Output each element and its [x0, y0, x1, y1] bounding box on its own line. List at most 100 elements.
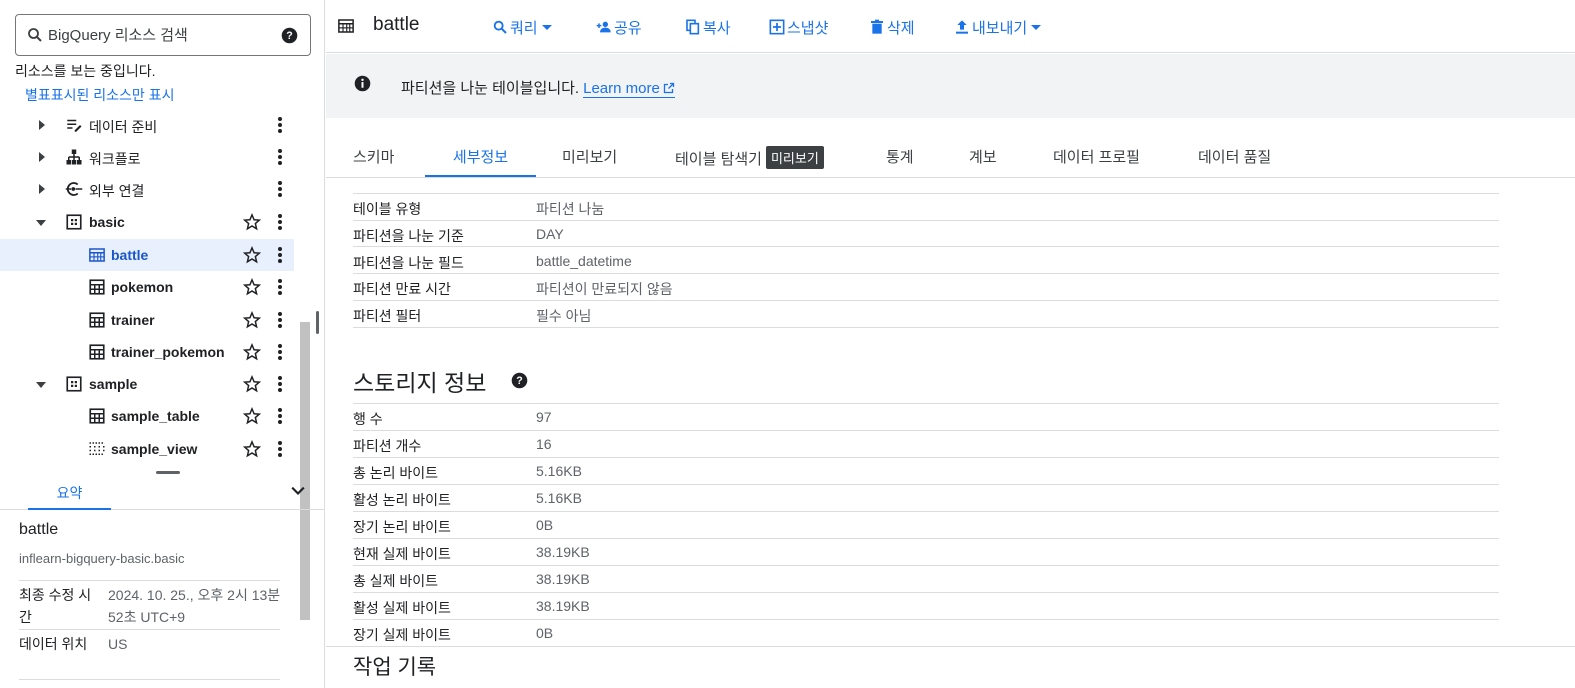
delete-button[interactable]: 삭제: [869, 16, 915, 38]
more-vert-icon[interactable]: [272, 148, 288, 166]
info-key: 파티션을 나눈 기준: [353, 228, 464, 244]
tree-item-label: trainer_pokemon: [111, 344, 225, 360]
info-value: battle_datetime: [536, 253, 632, 269]
tree-item-label: 데이터 준비: [89, 119, 158, 135]
more-vert-icon[interactable]: [272, 213, 288, 231]
more-vert-icon[interactable]: [272, 343, 288, 361]
chevron-down-icon[interactable]: [288, 481, 308, 501]
tree-item-workflows[interactable]: 워크플로: [0, 141, 294, 173]
copy-button[interactable]: 복사: [685, 16, 731, 38]
external-connection-icon: [65, 182, 83, 196]
summary-resource-path: inflearn-bigquery-basic.basic: [19, 551, 185, 566]
more-vert-icon[interactable]: [272, 278, 288, 296]
tab-preview[interactable]: 미리보기: [562, 135, 617, 177]
storage-key: 장기 논리 바이트: [353, 519, 451, 535]
partitioned-table-icon: [338, 19, 354, 33]
tree-item-table-pokemon[interactable]: pokemon: [0, 271, 294, 303]
tree-item-view-sample-view[interactable]: sample_view: [0, 433, 294, 465]
caret-down-icon: [1031, 25, 1042, 30]
divider: [353, 220, 1499, 221]
search-input[interactable]: [48, 23, 278, 47]
more-vert-icon[interactable]: [272, 407, 288, 425]
storage-info-title: 스토리지 정보: [353, 370, 487, 396]
tab-stats[interactable]: 통계: [886, 135, 914, 177]
storage-value: 16: [536, 436, 552, 452]
star-icon[interactable]: [243, 246, 261, 264]
more-vert-icon[interactable]: [272, 311, 288, 329]
search-icon: [28, 28, 42, 42]
workflow-icon: [66, 149, 82, 165]
tab-table-explorer[interactable]: 테이블 탐색기 미리보기: [675, 135, 824, 177]
viewing-resources-text: 리소스를 보는 중입니다.: [15, 63, 156, 79]
tab-data-quality[interactable]: 데이터 품질: [1198, 135, 1271, 177]
star-icon[interactable]: [243, 278, 261, 296]
copy-icon: [686, 19, 700, 35]
tree-item-label: pokemon: [111, 279, 174, 295]
partitioned-table-banner: 파티션을 나눈 테이블입니다. Learn more: [326, 54, 1575, 118]
storage-value: 0B: [536, 517, 554, 533]
divider: [353, 430, 1499, 431]
show-starred-link[interactable]: 별표표시된 리소스만 표시: [25, 85, 174, 105]
star-icon[interactable]: [243, 311, 261, 329]
storage-key: 총 논리 바이트: [353, 465, 439, 481]
chevron-down-icon[interactable]: [35, 217, 47, 229]
divider: [326, 646, 1575, 647]
more-vert-icon[interactable]: [272, 440, 288, 458]
tab-data-profile[interactable]: 데이터 프로필: [1053, 135, 1140, 177]
tree-item-table-sample-table[interactable]: sample_table: [0, 400, 294, 432]
tab-schema[interactable]: 스키마: [353, 135, 394, 177]
info-key: 파티션 필터: [353, 308, 422, 324]
tree-item-external-connections[interactable]: 외부 연결: [0, 173, 294, 205]
table-icon: [89, 312, 105, 328]
star-icon[interactable]: [243, 213, 261, 231]
export-label: 내보내기: [972, 19, 1028, 37]
more-vert-icon[interactable]: [272, 246, 288, 264]
star-icon[interactable]: [243, 440, 261, 458]
svg-text:?: ?: [286, 30, 292, 42]
info-value: DAY: [536, 226, 564, 242]
more-vert-icon[interactable]: [272, 375, 288, 393]
panel-resize-handle[interactable]: [316, 311, 319, 334]
storage-value: 0B: [536, 625, 554, 641]
tree-item-dataset-sample[interactable]: sample: [0, 368, 294, 400]
storage-value: 38.19KB: [536, 544, 590, 560]
divider: [353, 511, 1499, 512]
query-button[interactable]: 쿼리: [492, 16, 552, 38]
tab-details[interactable]: 세부정보: [425, 135, 536, 177]
snapshot-button[interactable]: 스냅샷: [769, 16, 828, 38]
summary-key: 데이터 위치: [19, 636, 88, 652]
more-vert-icon[interactable]: [272, 116, 288, 134]
caret-down-icon: [541, 25, 552, 30]
star-icon[interactable]: [243, 375, 261, 393]
help-icon[interactable]: ?: [511, 372, 528, 389]
tree-item-data-prep[interactable]: 데이터 준비: [0, 109, 294, 141]
summary-value: US: [108, 636, 128, 652]
tree-item-table-trainer[interactable]: trainer: [0, 304, 294, 336]
more-vert-icon[interactable]: [272, 180, 288, 198]
star-icon[interactable]: [243, 407, 261, 425]
table-icon: [89, 279, 105, 295]
tree-item-label: 외부 연결: [89, 183, 145, 199]
resource-search-box[interactable]: ?: [15, 14, 311, 56]
tab-summary[interactable]: 요약: [28, 474, 111, 510]
tree-item-label: 워크플로: [89, 151, 141, 167]
share-button[interactable]: 공유: [596, 16, 642, 38]
tree-item-dataset-basic[interactable]: basic: [0, 206, 294, 238]
tree-item-table-battle[interactable]: battle: [0, 239, 294, 271]
table-icon: [89, 408, 105, 424]
tree-item-label: sample_view: [111, 441, 198, 457]
chevron-right-icon[interactable]: [36, 183, 48, 195]
chevron-right-icon[interactable]: [36, 119, 48, 131]
export-button[interactable]: 내보내기: [954, 16, 1042, 38]
divider: [353, 457, 1499, 458]
summary-title: battle: [19, 521, 59, 538]
tab-lineage[interactable]: 계보: [969, 135, 997, 177]
learn-more-link[interactable]: Learn more: [583, 80, 675, 98]
star-icon[interactable]: [243, 343, 261, 361]
chevron-right-icon[interactable]: [36, 151, 48, 163]
summary-key: 최종 수정 시간: [19, 587, 92, 625]
tree-item-table-trainer-pokemon[interactable]: trainer_pokemon: [0, 336, 294, 368]
help-icon[interactable]: ?: [281, 27, 298, 44]
divider: [353, 327, 1499, 328]
chevron-down-icon[interactable]: [35, 379, 47, 391]
